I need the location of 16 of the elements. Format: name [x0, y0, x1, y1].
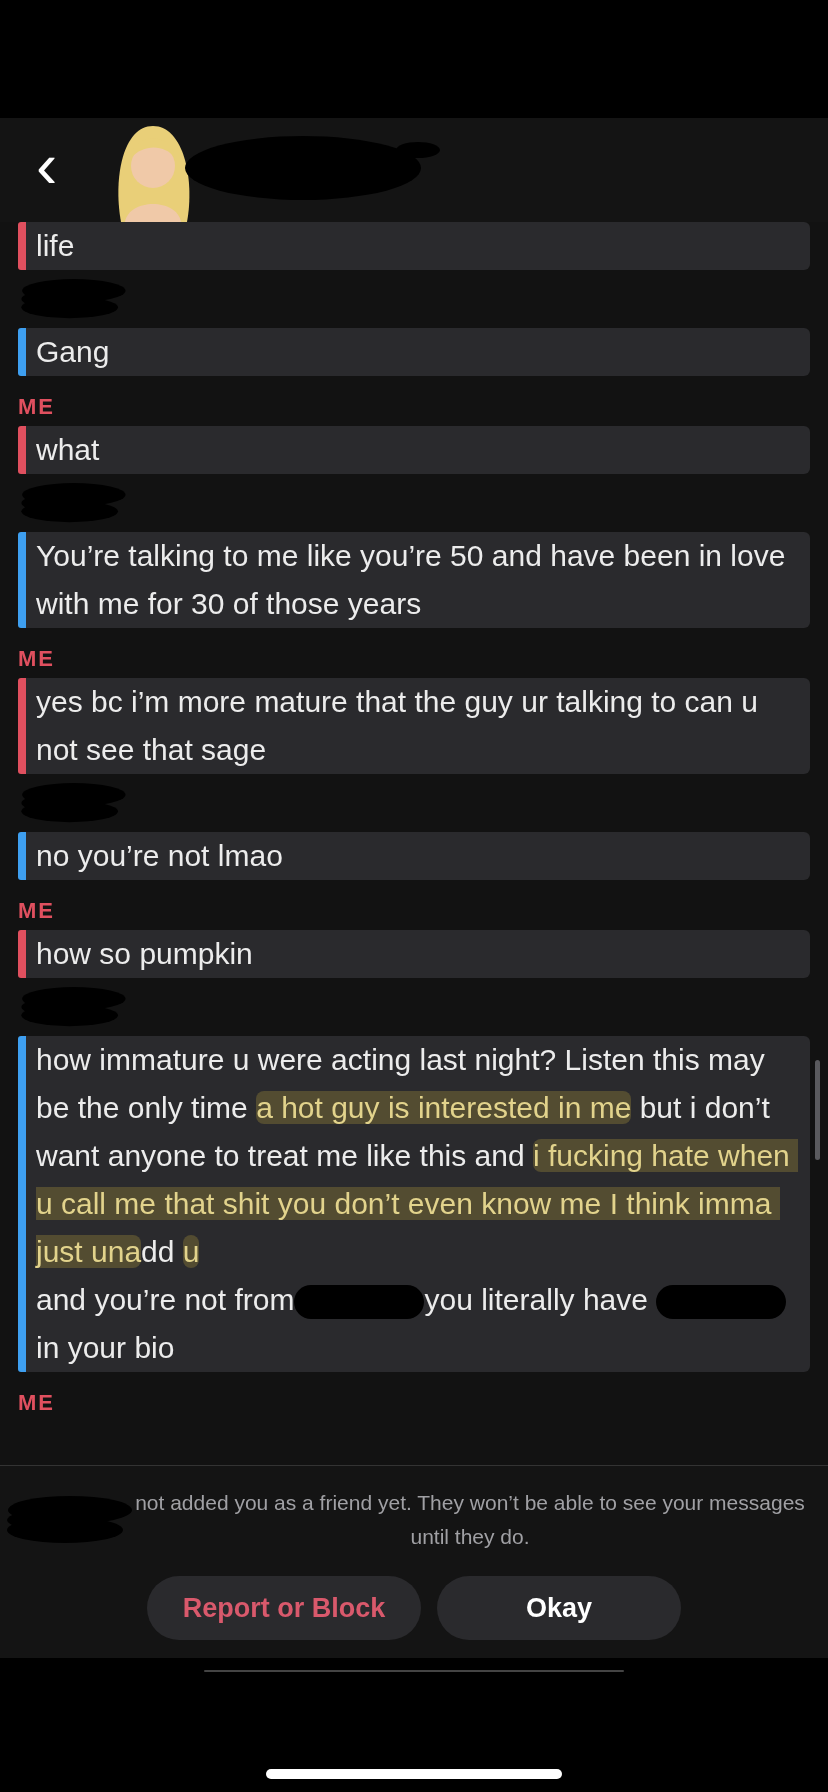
message-text: how so pumpkin: [35, 936, 254, 972]
report-button[interactable]: Report or Block: [147, 1576, 421, 1640]
okay-button[interactable]: Okay: [437, 1576, 681, 1640]
sender-label: ME: [18, 897, 56, 925]
message-text: You’re talking to me like you’re 50 and have been in love with me for 30 of those years: [35, 538, 787, 622]
back-button[interactable]: ‹: [30, 133, 64, 197]
message-text: no you’re not lmao: [35, 838, 284, 874]
sender-label: ME: [18, 1389, 56, 1417]
message-text: yes bc i’m more mature that the guy ur talking to can u not see that sage: [35, 684, 759, 768]
notice-text: not added you as a friend yet. They won’t be able to see your messages until they do.: [134, 1490, 806, 1550]
message-text: life: [35, 228, 76, 264]
sender-label: ME: [18, 645, 56, 673]
message-text: Gang: [35, 334, 111, 370]
message-text: how immature u were acting last night? Listen this may be the only time a hot guy is interested in me but i don’t want anyone to treat me like this and i fucking hate when u call me that shit you don’t even know me I think imma just unadd u and you’re not from you literally have in your bio: [26, 1036, 810, 1372]
sender-label: ME: [18, 393, 56, 421]
message-text: what: [35, 432, 101, 468]
